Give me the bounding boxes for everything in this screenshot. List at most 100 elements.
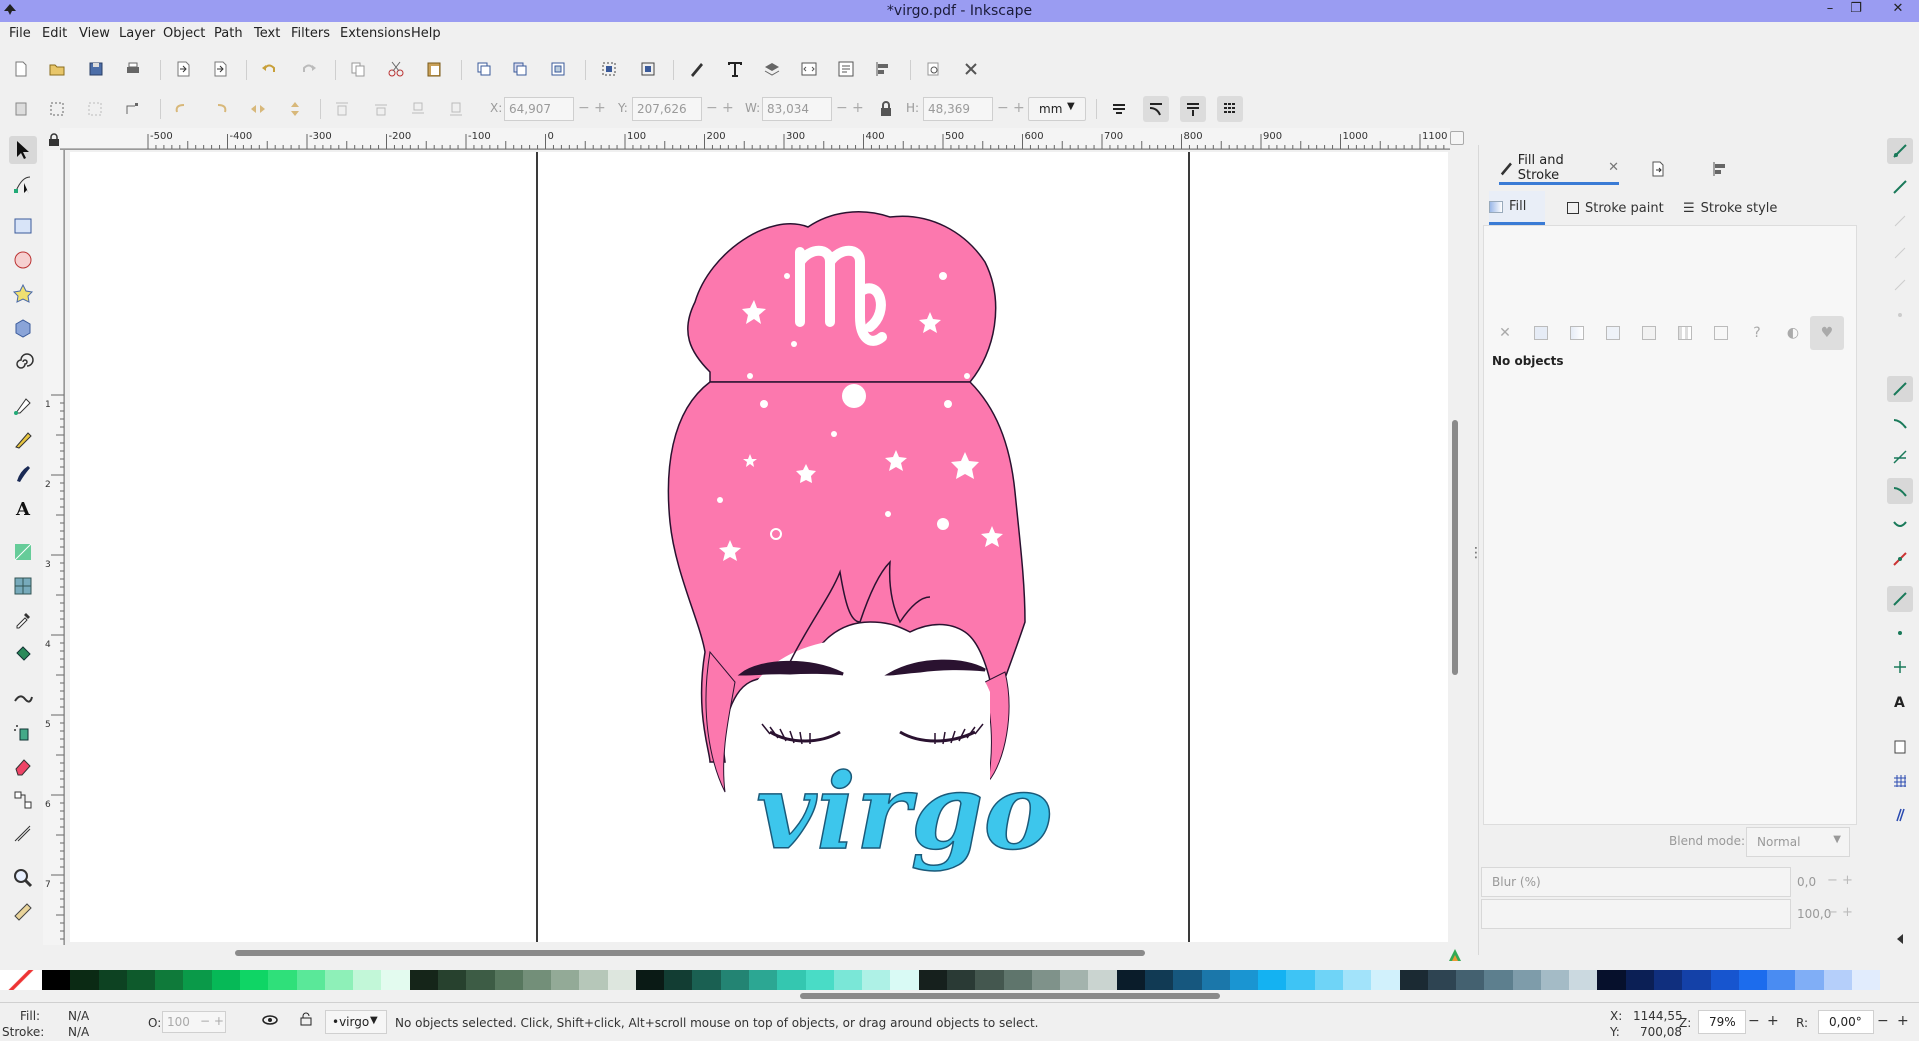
duplicate-icon[interactable] [471,56,497,82]
menu-edit[interactable]: Edit [42,26,67,41]
color-swatch[interactable] [551,970,580,990]
fill-indicator[interactable]: N/A [68,1009,89,1023]
rotate-cw-button[interactable]: + [1897,1013,1909,1029]
palette-scroll-thumb[interactable] [800,993,1220,999]
spiral-tool-icon[interactable] [9,348,37,376]
snap-others-icon[interactable] [1887,586,1913,612]
layers-dialog-icon[interactable] [759,56,785,82]
color-swatch[interactable] [1314,970,1343,990]
color-swatch[interactable] [579,970,608,990]
color-swatch[interactable] [1710,970,1739,990]
copy-icon[interactable] [345,56,371,82]
color-swatch[interactable] [833,970,863,990]
preferences-icon[interactable] [958,56,984,82]
snap-paths-icon[interactable] [1887,410,1913,436]
horizontal-scrollbar[interactable] [70,945,1448,959]
color-swatch[interactable] [70,970,99,990]
blur-stepper[interactable]: − + [1827,873,1853,888]
subtab-fill[interactable]: Fill [1489,191,1545,225]
color-swatch[interactable] [1371,970,1400,990]
zoom-tool-icon[interactable] [9,864,37,892]
color-swatch[interactable] [1682,970,1711,990]
text-font-dialog-icon[interactable] [722,56,748,82]
lock-ratio-icon[interactable] [873,96,899,122]
node-tool-icon[interactable] [9,170,37,198]
color-swatch[interactable] [296,970,325,990]
color-swatch[interactable] [1654,970,1683,990]
color-swatch[interactable] [324,970,354,990]
menu-filters[interactable]: Filters [291,26,330,41]
flip-horizontal-icon[interactable] [245,96,271,122]
color-swatch[interactable] [1229,970,1259,990]
w-decrement-button[interactable]: − [836,100,848,116]
calligraphy-tool-icon[interactable] [9,460,37,488]
export-icon[interactable] [207,56,233,82]
raise-icon[interactable] [368,96,394,122]
xml-editor-icon[interactable] [796,56,822,82]
import-icon[interactable] [170,56,196,82]
dropper-tool-icon[interactable] [9,606,37,634]
chevron-left-icon[interactable] [1887,926,1913,952]
blur-field[interactable]: Blur (%) [1481,867,1791,897]
group-icon[interactable] [596,56,622,82]
snap-smooth-nodes-icon[interactable] [1887,512,1913,538]
color-swatch[interactable] [1767,970,1796,990]
gradient-tool-icon[interactable] [9,538,37,566]
color-swatch[interactable] [635,970,665,990]
deselect-icon[interactable] [82,96,108,122]
color-swatch[interactable] [1456,970,1485,990]
no-color-swatch[interactable] [0,970,42,990]
toggle-layer-visibility-icon[interactable] [262,1013,278,1030]
clone-icon[interactable] [507,56,533,82]
snap-cusp-nodes-icon[interactable] [1887,478,1913,504]
opacity-field[interactable] [1481,899,1791,929]
undo-icon[interactable] [256,56,282,82]
open-file-icon[interactable] [44,56,70,82]
pen-tool-icon[interactable] [9,392,37,420]
color-swatch[interactable] [805,970,834,990]
move-patterns-icon[interactable] [1217,96,1243,122]
ellipse-tool-icon[interactable] [9,246,37,274]
select-all-icon[interactable] [8,96,34,122]
x-decrement-button[interactable]: − [578,100,590,116]
color-swatch[interactable] [98,970,127,990]
close-tab-icon[interactable]: ✕ [1608,160,1619,175]
snap-text-baseline-icon[interactable]: A [1887,688,1913,714]
snap-bbox-center-icon[interactable] [1887,302,1913,328]
color-swatch[interactable] [975,970,1004,990]
rectangle-tool-icon[interactable] [9,212,37,240]
tweak-tool-icon[interactable] [9,684,37,712]
y-decrement-button[interactable]: − [706,100,718,116]
color-swatch[interactable] [862,970,891,990]
zoom-input[interactable]: 79% [1698,1010,1746,1034]
fill-stroke-dialog-icon[interactable] [684,56,710,82]
vertical-scrollbar[interactable] [1448,150,1462,945]
opacity-stepper[interactable]: − + [200,1014,224,1028]
raise-to-top-icon[interactable] [329,96,355,122]
scale-radii-icon[interactable] [1143,96,1169,122]
y-increment-button[interactable]: + [722,100,734,116]
radial-gradient-icon[interactable] [1596,316,1630,350]
rotation-input[interactable]: 0,00° [1818,1010,1874,1034]
color-swatch[interactable] [1823,970,1852,990]
color-swatch[interactable] [1738,970,1768,990]
unlink-clone-icon[interactable] [545,56,571,82]
horizontal-scroll-thumb[interactable] [235,950,1145,956]
y-input[interactable]: 207,626 [632,97,702,121]
color-swatch[interactable] [268,970,297,990]
vertical-scroll-thumb[interactable] [1452,420,1458,675]
close-button[interactable]: ✕ [1887,1,1909,19]
color-swatch[interactable] [1144,970,1174,990]
color-swatch[interactable] [1625,970,1655,990]
selector-tool-icon[interactable] [9,136,37,164]
rotate-ccw-icon[interactable] [168,96,194,122]
color-swatch[interactable] [381,970,410,990]
w-input[interactable]: 83,034 [762,97,832,121]
menu-file[interactable]: File [9,26,31,41]
menu-object[interactable]: Object [163,26,205,41]
tab-align-icon[interactable] [1711,153,1741,185]
snap-page-border-icon[interactable] [1887,734,1913,760]
menu-text[interactable]: Text [254,26,280,41]
h-decrement-button[interactable]: − [997,100,1009,116]
pattern-icon[interactable] [1668,316,1702,350]
